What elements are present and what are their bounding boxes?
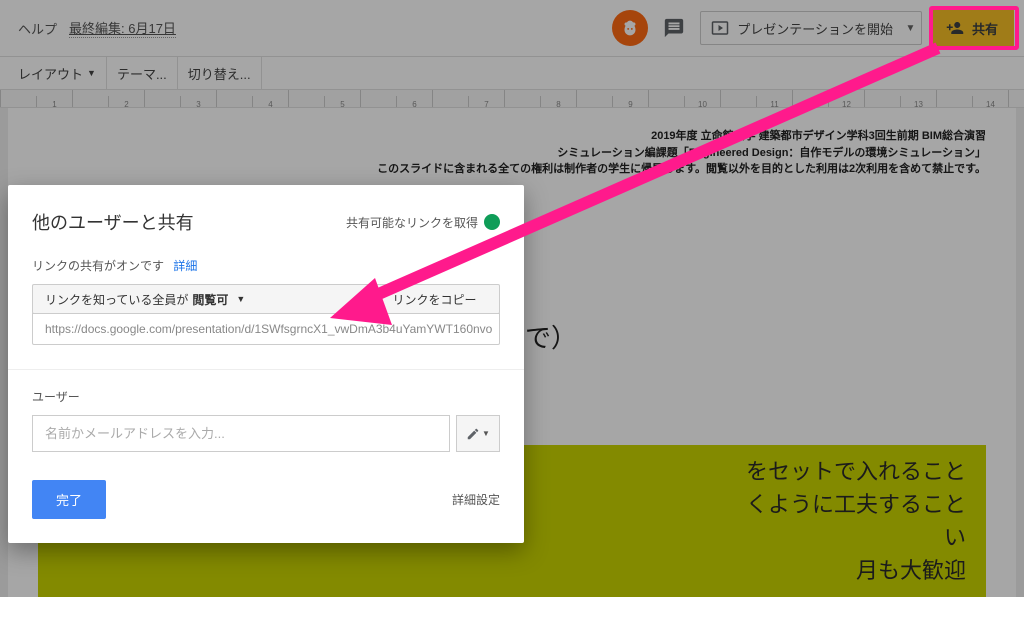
user-section-label: ユーザー (32, 388, 500, 405)
chevron-down-icon: ▼ (236, 294, 245, 304)
share-dialog: 他のユーザーと共有 共有可能なリンクを取得 リンクの共有がオンです 詳細 リンク… (8, 185, 524, 543)
link-status-dot (484, 214, 500, 230)
user-email-input[interactable] (32, 415, 450, 452)
get-link-button[interactable]: 共有可能なリンクを取得 (346, 214, 500, 231)
advanced-settings-link[interactable]: 詳細設定 (452, 491, 500, 508)
get-link-label: 共有可能なリンクを取得 (346, 214, 478, 231)
permission-edit-button[interactable]: ▼ (456, 415, 500, 452)
done-button[interactable]: 完了 (32, 480, 106, 519)
pencil-icon (466, 427, 480, 441)
link-detail-link[interactable]: 詳細 (173, 259, 197, 273)
copy-link-label: リンクをコピー (392, 291, 476, 308)
link-permission-dropdown[interactable]: リンクを知っている全員が閲覧可 ▼ (32, 284, 370, 314)
link-on-text: リンクの共有がオンです (32, 259, 164, 273)
link-sharing-status-row: リンクの共有がオンです 詳細 (8, 253, 524, 284)
copy-link-button[interactable]: リンクをコピー (370, 284, 500, 314)
share-dialog-title: 他のユーザーと共有 (32, 209, 194, 235)
chevron-down-icon: ▼ (482, 429, 490, 438)
permission-prefix: リンクを知っている全員が (45, 291, 188, 308)
permission-level: 閲覧可 (192, 291, 228, 308)
share-url-field[interactable]: https://docs.google.com/presentation/d/1… (32, 313, 500, 345)
